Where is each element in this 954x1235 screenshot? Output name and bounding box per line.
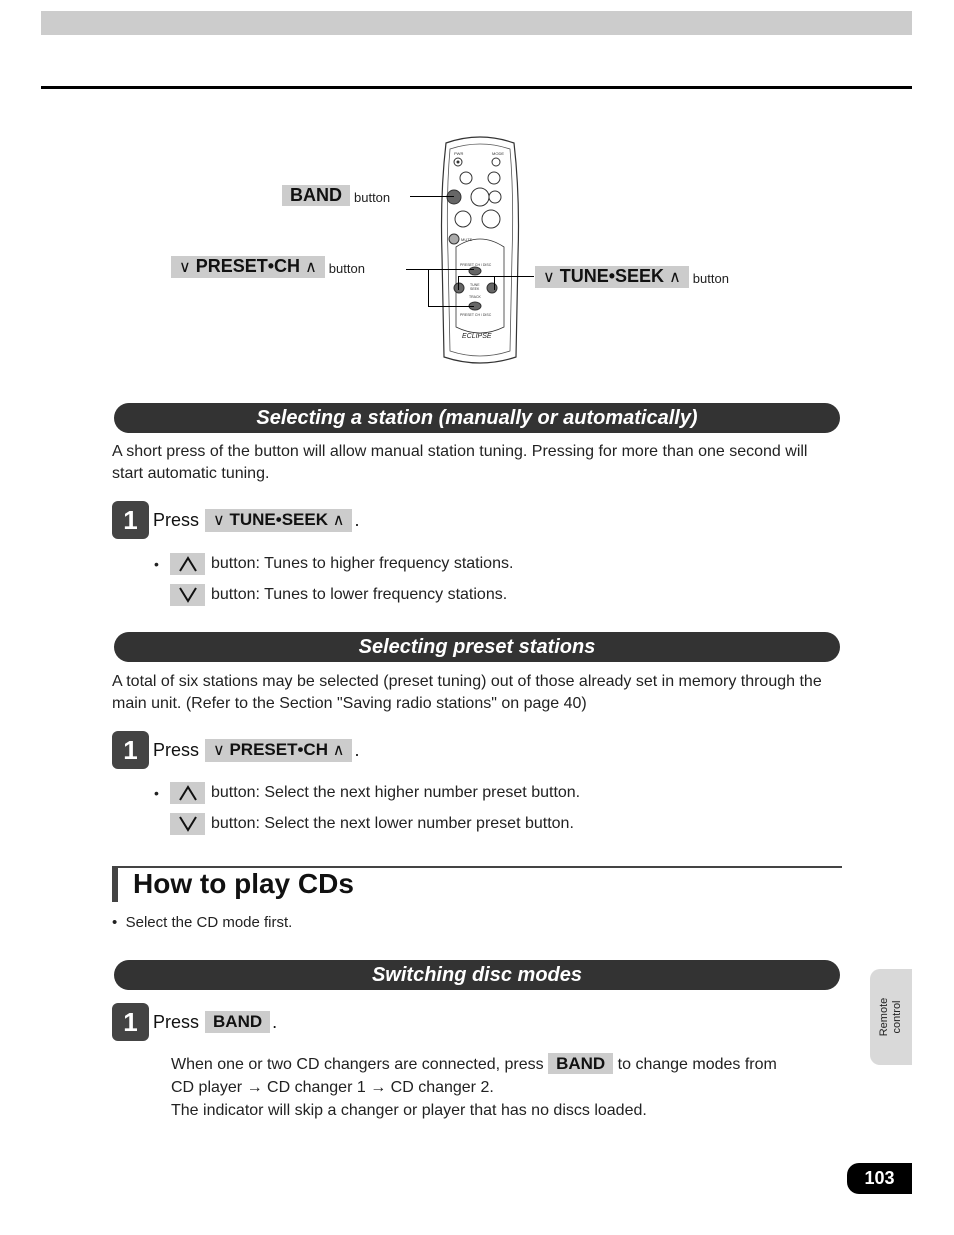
band-callout-suffix: button <box>354 190 391 206</box>
chevron-up-icon: ∧ <box>669 269 681 286</box>
tune-seek-key-label: TUNE•SEEK <box>229 509 328 529</box>
preset-bullet-down: button: Select the next lower number pre… <box>154 811 574 837</box>
section-title-preset: Selecting preset stations <box>114 632 840 662</box>
chevron-down-icon: ∨ <box>179 259 191 276</box>
disc-text-post: to change modes from <box>617 1056 777 1073</box>
tune-key-label: TUNE•SEEK <box>559 266 665 286</box>
section-title-station: Selecting a station (manually or automat… <box>114 403 840 433</box>
step-number-badge: 1 <box>112 1003 149 1041</box>
chevron-down-icon <box>170 813 205 835</box>
tune-leader-line <box>458 276 534 277</box>
tune-leader-right <box>494 276 495 290</box>
band-leader-line <box>410 196 454 197</box>
chevron-down-icon <box>170 584 205 606</box>
tune-leader-left <box>458 276 459 290</box>
step-end: . <box>354 739 360 760</box>
band-callout: BAND button <box>282 185 390 206</box>
chevron-up-icon: ∧ <box>332 741 345 759</box>
preset-description: A total of six stations may be selected … <box>112 673 822 712</box>
section-title-disc: Switching disc modes <box>114 960 840 990</box>
station-description: A short press of the button will allow m… <box>112 443 808 482</box>
preset-callout-suffix: button <box>328 261 365 277</box>
preset-ch-key-label: PRESET•CH <box>229 739 328 759</box>
preset-leader-line <box>406 269 474 270</box>
cd-note: • Select the CD mode first. <box>112 912 832 934</box>
chevron-down-icon: ∨ <box>213 741 225 759</box>
station-bullet-down: button: Tunes to lower frequency station… <box>154 582 507 608</box>
preset-key-label: PRESET•CH <box>195 256 301 276</box>
bullet-text: button: Tunes to higher frequency statio… <box>211 555 514 572</box>
svg-text:PWR: PWR <box>454 151 463 156</box>
step-press-label: Press <box>153 739 200 760</box>
heading-how-to-play-cds: How to play CDs <box>112 866 842 902</box>
disc-step: 1 Press BAND . <box>112 1003 277 1041</box>
svg-text:PRESET CH / DISC: PRESET CH / DISC <box>460 313 492 317</box>
chevron-up-icon <box>170 782 205 804</box>
band-key: BAND <box>548 1053 614 1074</box>
preset-leader-drop <box>428 269 429 307</box>
step-press-label: Press <box>153 509 200 530</box>
remote-control-icon: PWR MODE MUTE PRESET CH / DISC TUNE SEEK… <box>440 136 520 364</box>
station-step: 1 Press ∨ TUNE•SEEK ∧ . <box>112 501 359 539</box>
svg-text:ECLIPSE: ECLIPSE <box>462 333 492 340</box>
bullet-text: button: Select the next higher number pr… <box>211 784 581 801</box>
step-end: . <box>272 1011 278 1032</box>
svg-text:SEEK: SEEK <box>470 287 480 291</box>
tune-callout: ∨ TUNE•SEEK ∧ button <box>535 266 729 288</box>
svg-text:TRACK: TRACK <box>469 295 482 299</box>
band-key: BAND <box>205 1011 271 1033</box>
bullet-marker: • <box>154 556 159 572</box>
step-press-label: Press <box>153 1011 200 1032</box>
preset-callout: ∨ PRESET•CH ∧ button <box>171 256 365 278</box>
chevron-up-icon <box>170 553 205 575</box>
svg-text:MODE: MODE <box>492 151 504 156</box>
cd-note-text: Select the CD mode first. <box>125 914 293 931</box>
step-number-badge: 1 <box>112 731 149 769</box>
tune-callout-suffix: button <box>692 271 729 287</box>
bullet-text: button: Tunes to lower frequency station… <box>211 586 508 603</box>
page-number: 103 <box>847 1163 912 1194</box>
bullet-marker: • <box>112 914 118 931</box>
bullet-marker: • <box>154 785 159 801</box>
remote-control-illustration: PWR MODE MUTE PRESET CH / DISC TUNE SEEK… <box>432 135 528 367</box>
heading-bar <box>112 866 118 902</box>
tune-key: ∨ TUNE•SEEK ∧ <box>535 266 689 288</box>
side-tab-line-1: Remote <box>878 997 890 1037</box>
station-bullet-up: • button: Tunes to higher frequency stat… <box>154 551 513 577</box>
side-tab-remote-control[interactable]: Remote control <box>870 969 912 1065</box>
header-rule <box>41 86 912 89</box>
preset-step: 1 Press ∨ PRESET•CH ∧ . <box>112 731 359 769</box>
disc-text-pre: When one or two CD changers are connecte… <box>171 1056 544 1073</box>
heading-text: How to play CDs <box>133 868 354 899</box>
svg-text:PRESET CH / DISC: PRESET CH / DISC <box>460 263 492 267</box>
disc-line-1: When one or two CD changers are connecte… <box>171 1053 851 1076</box>
preset-key: ∨ PRESET•CH ∧ <box>171 256 325 278</box>
chevron-up-icon: ∧ <box>332 511 345 529</box>
bullet-text: button: Select the next lower number pre… <box>211 815 574 832</box>
tune-seek-key: ∨ TUNE•SEEK ∧ <box>205 508 353 532</box>
chevron-up-icon: ∧ <box>305 259 317 276</box>
disc-description: When one or two CD changers are connecte… <box>171 1053 851 1122</box>
preset-leader-bottom <box>428 306 474 307</box>
chevron-down-icon: ∨ <box>213 511 225 529</box>
preset-ch-key: ∨ PRESET•CH ∧ <box>205 738 353 762</box>
step-number-badge: 1 <box>112 501 149 539</box>
side-tab-line-2: control <box>891 1000 903 1034</box>
band-key: BAND <box>282 185 350 206</box>
disc-line-3: The indicator will skip a changer or pla… <box>171 1102 647 1119</box>
side-tab-label: Remote control <box>878 998 904 1037</box>
disc-line-2: CD player → CD changer 1 → CD changer 2. <box>171 1079 494 1096</box>
preset-bullet-up: • button: Select the next higher number … <box>154 780 580 806</box>
step-end: . <box>354 509 360 530</box>
chevron-down-icon: ∨ <box>543 269 555 286</box>
header-band <box>41 11 912 35</box>
